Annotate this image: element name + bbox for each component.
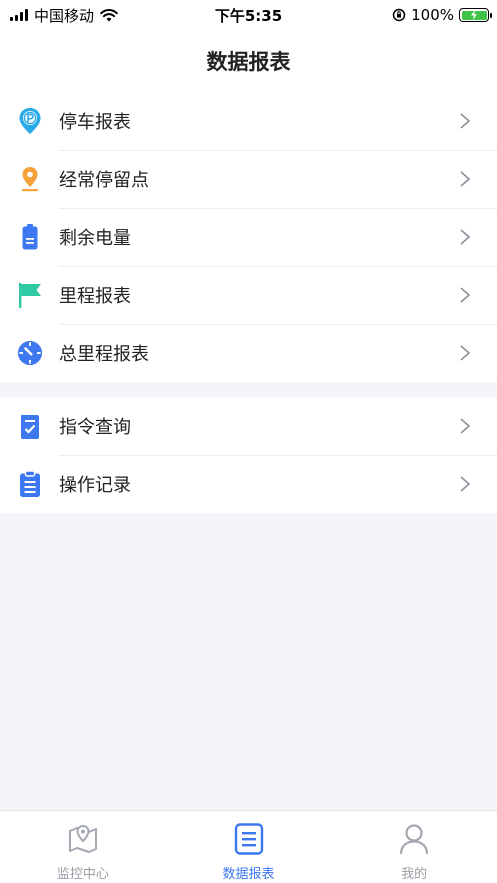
parking-pin-icon [17, 107, 43, 135]
chevron-right-icon [460, 171, 471, 187]
report-icon [231, 821, 267, 857]
speedometer-icon [17, 339, 43, 367]
chevron-right-icon [460, 229, 471, 245]
menu-item-label: 里程报表 [59, 286, 131, 307]
menu-item-label: 剩余电量 [59, 228, 131, 249]
orientation-lock-icon [392, 8, 406, 22]
tab-mine[interactable]: 我的 [331, 811, 497, 883]
user-icon [396, 821, 432, 857]
chevron-right-icon [460, 345, 471, 361]
menu-item-label: 经常停留点 [59, 170, 149, 191]
menu-item-label: 指令查询 [59, 417, 131, 438]
status-left: 中国移动 [10, 5, 118, 26]
location-pin-icon [17, 165, 43, 193]
clipboard-list-icon [17, 470, 43, 498]
bottom-tab-bar: 监控中心 数据报表 我的 [0, 810, 497, 883]
menu-item-remaining-battery[interactable]: 剩余电量 [0, 208, 497, 266]
tab-label: 数据报表 [222, 867, 275, 882]
chevron-right-icon [460, 418, 471, 434]
tab-monitor-center[interactable]: 监控中心 [0, 811, 166, 883]
battery-status-icon [459, 8, 492, 22]
menu-item-label: 总里程报表 [59, 344, 149, 365]
signal-icon [10, 9, 28, 21]
tab-data-report[interactable]: 数据报表 [166, 811, 332, 883]
nav-header: 数据报表 [0, 30, 497, 92]
status-bar: 中国移动 下午5:35 100% [0, 0, 497, 30]
chevron-right-icon [460, 287, 471, 303]
map-pin-icon [65, 821, 101, 857]
menu-item-mileage-report[interactable]: 里程报表 [0, 266, 497, 324]
record-menu-group: 指令查询 操作记录 [0, 397, 497, 513]
menu-item-total-mileage-report[interactable]: 总里程报表 [0, 324, 497, 382]
carrier-name: 中国移动 [34, 6, 95, 25]
menu-item-label: 停车报表 [59, 112, 131, 133]
battery-icon [17, 223, 43, 251]
status-right: 100% [392, 6, 492, 24]
wifi-icon [100, 9, 118, 22]
menu-item-operation-log[interactable]: 操作记录 [0, 455, 497, 513]
menu-item-parking-report[interactable]: 停车报表 [0, 92, 497, 150]
menu-item-label: 操作记录 [59, 475, 131, 496]
command-check-icon [17, 412, 43, 440]
battery-percent: 100% [411, 6, 454, 24]
tab-label: 我的 [401, 867, 428, 882]
page-title: 数据报表 [206, 50, 291, 74]
report-menu-group: 停车报表 经常停留点 剩余电量 里程报表 总里程报表 [0, 92, 497, 382]
flag-icon [17, 281, 43, 309]
chevron-right-icon [460, 476, 471, 492]
tab-label: 监控中心 [56, 867, 109, 882]
menu-item-frequent-stops[interactable]: 经常停留点 [0, 150, 497, 208]
status-time: 下午5:35 [214, 6, 283, 25]
chevron-right-icon [460, 113, 471, 129]
menu-item-command-query[interactable]: 指令查询 [0, 397, 497, 455]
